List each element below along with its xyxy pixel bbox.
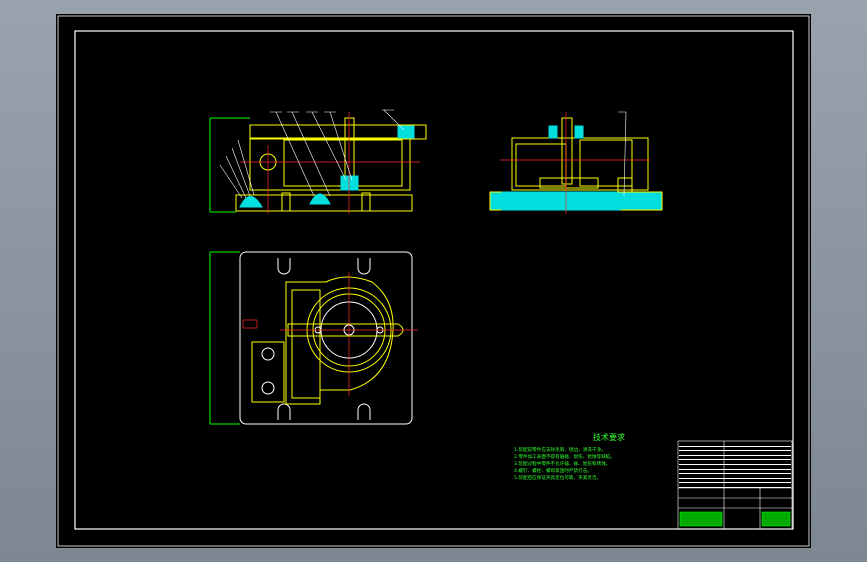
top-plate-outline [239, 251, 413, 425]
side-clamp-hatch [548, 125, 558, 139]
side-base-fill [501, 191, 621, 211]
slot [357, 403, 371, 420]
callout-leader [618, 111, 627, 197]
technical-requirements: 技术要求 1.装配前零件应去除毛刺、锐边，清洗干净。 2.零件加工表面不得有磕碰、… [514, 432, 704, 482]
side-view [489, 111, 663, 214]
requirement-line: 1.装配前零件应去除毛刺、锐边，清洗干净。 [514, 448, 606, 453]
cad-viewport: 技术要求 1.装配前零件应去除毛刺、锐边，清洗干净。 2.零件加工表面不得有磕碰、… [0, 0, 867, 562]
top-view [209, 251, 418, 425]
side-body-inner [515, 143, 567, 187]
base-slot [361, 192, 371, 212]
title-block-row [679, 483, 791, 488]
slot [277, 258, 291, 275]
fixture-top-outline [285, 276, 394, 405]
drawing-sheet: 技术要求 1.装配前零件应去除毛刺、锐边，清洗干净。 2.零件加工表面不得有磕碰、… [56, 14, 811, 548]
technical-requirements-list: 1.装配前零件应去除毛刺、锐边，清洗干净。 2.零件加工表面不得有磕碰、划伤、锈蚀… [514, 447, 704, 482]
front-view [209, 109, 427, 214]
requirement-line: 4.螺钉、螺栓、螺母紧固时严禁打击。 [514, 469, 592, 474]
requirement-line: 5.装配后应保证夹具定位可靠，夹紧灵活。 [514, 476, 602, 481]
callout-leader [275, 109, 405, 197]
title-block-cell-highlight [761, 511, 791, 527]
slot [277, 403, 291, 420]
base-slot [281, 192, 291, 212]
pocket-hole [261, 381, 275, 395]
side-bolt [561, 117, 573, 185]
pocket-hole [261, 347, 275, 361]
technical-requirements-title: 技术要求 [593, 433, 625, 442]
side-clamp-hatch [574, 125, 584, 139]
hatch-bump [239, 196, 263, 208]
fixture-body [249, 137, 411, 191]
requirement-line: 2.零件加工表面不得有磕碰、划伤、锈蚀等缺陷。 [514, 455, 615, 460]
callout-underline [270, 109, 394, 113]
clamp-bolt [344, 117, 355, 177]
requirement-line: 3.装配过程中零件不允许磕、碰、划伤和锈蚀。 [514, 462, 611, 467]
top-bar-hatch [397, 125, 415, 139]
callout-leader [219, 139, 255, 199]
title-block-cell-highlight [679, 511, 723, 527]
pocket [251, 341, 285, 403]
slot [357, 258, 371, 275]
bolt-nut-hatch [340, 175, 359, 191]
datum-mark [242, 319, 258, 329]
